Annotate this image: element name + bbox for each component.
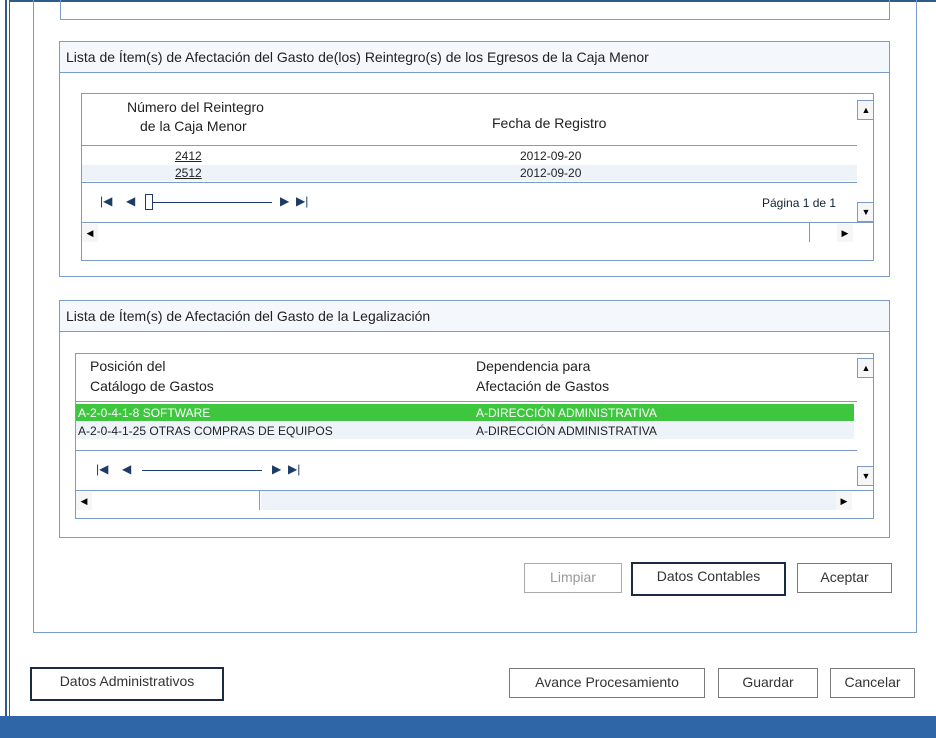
col-header-numero-line2: de la Caja Menor — [140, 118, 247, 134]
col-header-dependencia-line2: Afectación de Gastos — [476, 378, 610, 394]
reintegro-number-link[interactable]: 2512 — [175, 165, 202, 181]
page-slider-track[interactable] — [142, 470, 262, 471]
next-page-icon[interactable]: ▶ — [272, 462, 281, 476]
datos-contables-button[interactable]: Datos Contables — [631, 562, 786, 596]
header-divider — [82, 145, 857, 146]
dependencia-cell: A-DIRECCIÓN ADMINISTRATIVA — [476, 424, 657, 438]
scroll-left-button[interactable]: ◀ — [76, 492, 92, 510]
next-page-icon[interactable]: ▶ — [280, 194, 289, 208]
header-divider — [76, 401, 857, 402]
horizontal-scrollbar[interactable]: ◀ ▶ — [76, 490, 873, 511]
scroll-down-button[interactable]: ▼ — [857, 202, 873, 222]
guardar-button[interactable]: Guardar — [718, 668, 818, 698]
scroll-right-button[interactable]: ▶ — [837, 224, 853, 242]
horizontal-scrollbar[interactable]: ◀ ▶ — [82, 222, 873, 243]
previous-section-panel — [60, 0, 890, 20]
window-left-border — [5, 0, 7, 716]
table-row[interactable]: A-2-0-4-1-25 OTRAS COMPRAS DE EQUIPOS A-… — [76, 422, 854, 439]
first-page-icon[interactable]: |◀ — [100, 194, 112, 208]
pager-divider — [82, 182, 857, 183]
scroll-up-button[interactable]: ▲ — [857, 358, 873, 378]
prev-page-icon[interactable]: ◀ — [122, 462, 131, 476]
cancelar-button[interactable]: Cancelar — [830, 668, 915, 698]
legalizacion-grid: Posición del Catálogo de Gastos Dependen… — [75, 353, 874, 519]
limpiar-button[interactable]: Limpiar — [524, 563, 622, 593]
page-slider-track[interactable] — [152, 202, 272, 203]
col-header-numero-line1: Número del Reintegro — [127, 99, 264, 115]
legalizacion-panel-title: Lista de Ítem(s) de Afectación del Gasto… — [60, 301, 889, 332]
window-left-border-inner — [9, 0, 10, 716]
col-header-posicion-line1: Posición del — [90, 358, 166, 374]
pager-divider — [76, 450, 857, 451]
col-header-dependencia-line1: Dependencia para — [476, 358, 591, 374]
col-header-posicion-line2: Catálogo de Gastos — [90, 378, 214, 394]
scrollbar-thumb[interactable] — [100, 223, 810, 242]
datos-administrativos-button[interactable]: Datos Administrativos — [30, 667, 224, 701]
fecha-cell: 2012-09-20 — [520, 149, 582, 163]
fecha-cell: 2012-09-20 — [520, 166, 582, 180]
reintegros-grid: Número del Reintegro de la Caja Menor Fe… — [81, 93, 874, 261]
col-header-fecha: Fecha de Registro — [492, 115, 607, 131]
legalizacion-panel: Lista de Ítem(s) de Afectación del Gasto… — [59, 300, 890, 538]
scrollbar-track[interactable] — [261, 491, 836, 510]
scrollbar-thumb[interactable] — [94, 491, 260, 510]
table-row[interactable]: 2412 2012-09-20 — [82, 148, 857, 164]
scroll-up-button[interactable]: ▲ — [857, 100, 873, 120]
prev-page-icon[interactable]: ◀ — [126, 194, 135, 208]
posicion-cell: A-2-0-4-1-25 OTRAS COMPRAS DE EQUIPOS — [78, 424, 333, 438]
table-row[interactable]: 2512 2012-09-20 — [82, 165, 857, 181]
page-indicator: Página 1 de 1 — [762, 196, 837, 210]
scroll-left-button[interactable]: ◀ — [82, 224, 98, 242]
window-bottom-bar — [0, 716, 936, 738]
scroll-down-button[interactable]: ▼ — [857, 466, 873, 486]
posicion-cell: A-2-0-4-1-8 SOFTWARE — [78, 406, 211, 420]
scroll-right-button[interactable]: ▶ — [836, 492, 852, 510]
reintegros-panel: Lista de Ítem(s) de Afectación del Gasto… — [59, 41, 890, 277]
aceptar-button[interactable]: Aceptar — [797, 563, 892, 593]
first-page-icon[interactable]: |◀ — [96, 462, 108, 476]
table-row-selected[interactable]: A-2-0-4-1-8 SOFTWARE A-DIRECCIÓN ADMINIS… — [76, 404, 854, 421]
last-page-icon[interactable]: ▶| — [296, 194, 308, 208]
last-page-icon[interactable]: ▶| — [288, 462, 300, 476]
dependencia-cell: A-DIRECCIÓN ADMINISTRATIVA — [476, 406, 657, 420]
reintegros-panel-title: Lista de Ítem(s) de Afectación del Gasto… — [60, 42, 889, 73]
avance-procesamiento-button[interactable]: Avance Procesamiento — [509, 668, 705, 698]
reintegro-number-link[interactable]: 2412 — [175, 148, 202, 164]
